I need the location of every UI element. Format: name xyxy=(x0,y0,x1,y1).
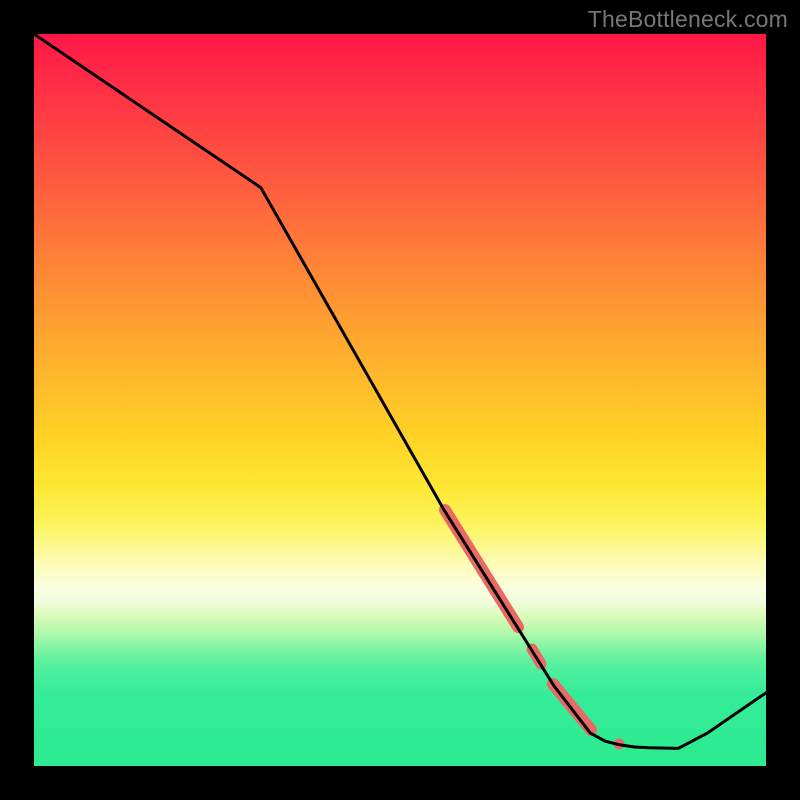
chart-frame: TheBottleneck.com xyxy=(0,0,800,800)
watermark-text: TheBottleneck.com xyxy=(588,6,788,33)
plot-gradient-background xyxy=(34,34,766,766)
